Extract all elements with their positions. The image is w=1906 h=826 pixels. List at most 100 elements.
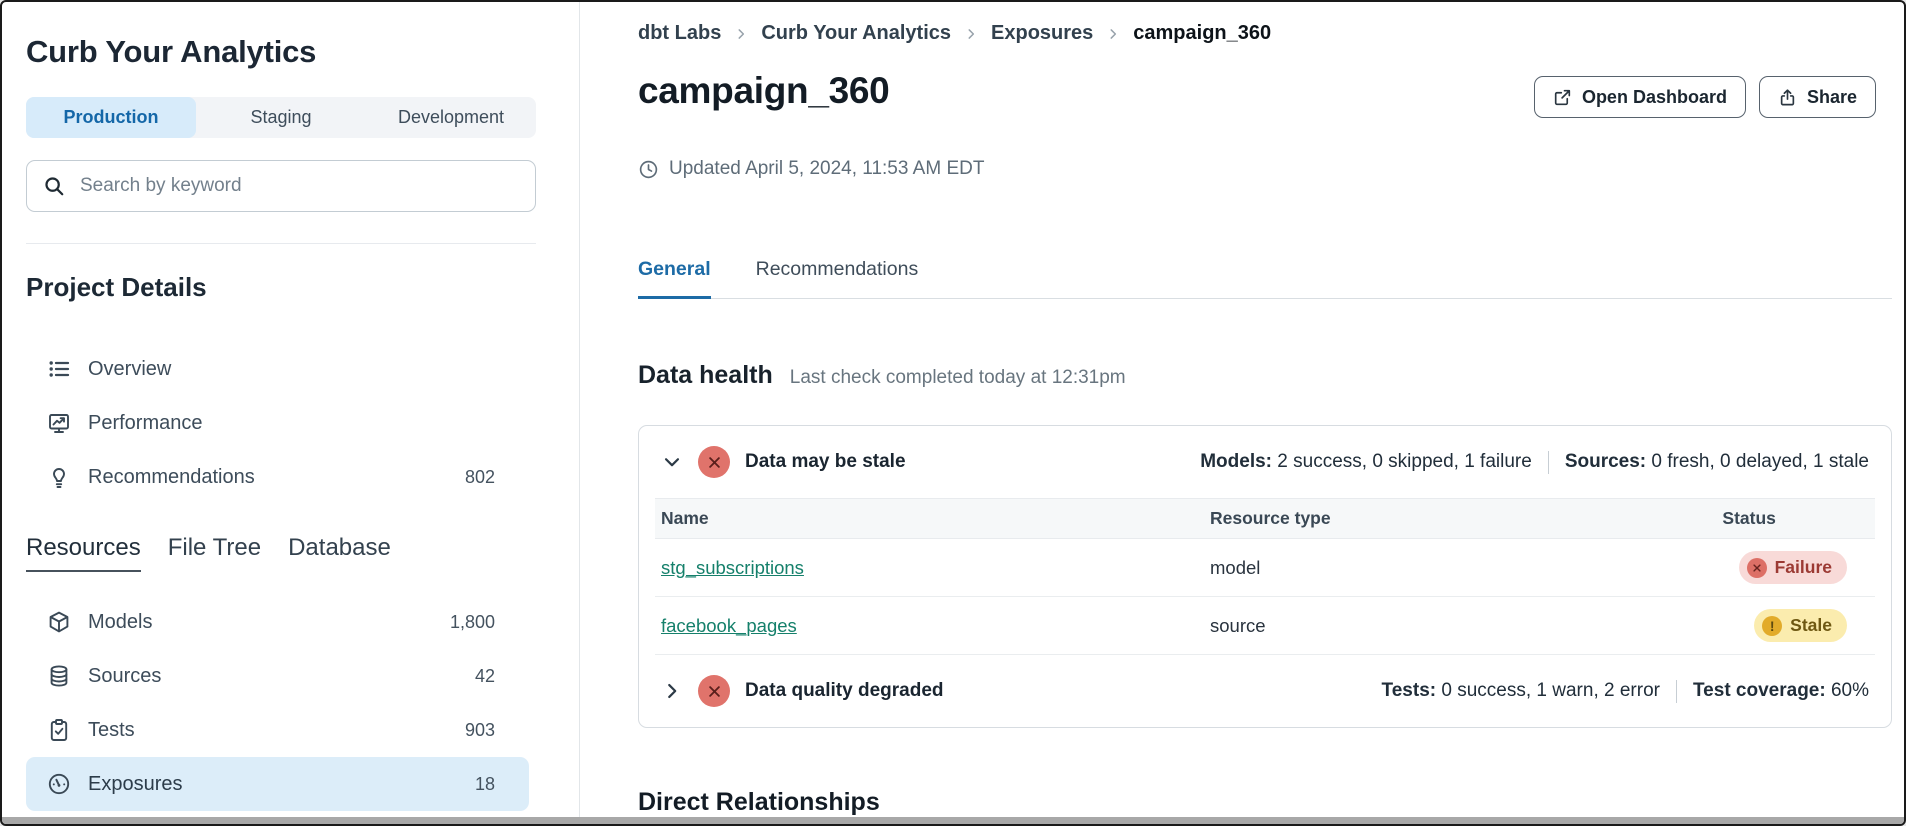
chevron-right-icon <box>734 27 748 41</box>
last-check-text: Last check completed today at 12:31pm <box>790 367 1126 389</box>
window-bottom-edge <box>2 817 1904 824</box>
column-header-status: Status <box>1716 499 1875 539</box>
status-badge-stale: ! Stale <box>1754 609 1847 642</box>
status-badge-label: Failure <box>1775 557 1832 578</box>
quality-section-stats: Tests: 0 success, 1 warn, 2 error Test c… <box>1382 680 1869 703</box>
sidebar-item-label: Sources <box>88 665 161 688</box>
sidebar-item-label: Tests <box>88 719 135 742</box>
main-content: dbt Labs Curb Your Analytics Exposures c… <box>580 2 1904 824</box>
updated-text: Updated April 5, 2024, 11:53 AM EDT <box>669 158 984 180</box>
data-health-card: Data may be stale Models: 2 success, 0 s… <box>638 425 1892 728</box>
list-icon <box>47 357 71 381</box>
share-label: Share <box>1807 87 1857 108</box>
clock-icon <box>638 159 659 180</box>
sidebar-item-count: 18 <box>475 774 495 795</box>
sidebar-item-overview[interactable]: Overview <box>26 342 529 396</box>
resource-view-tabs: Resources File Tree Database <box>26 534 555 572</box>
table-row: facebook_pages source ! Stale <box>655 597 1875 655</box>
sidebar-item-tests[interactable]: Tests 903 <box>26 703 529 757</box>
clipboard-check-icon <box>47 718 71 742</box>
tab-database[interactable]: Database <box>288 534 391 572</box>
detail-tabs: General Recommendations <box>638 258 1892 299</box>
table-row: stg_subscriptions model Failure <box>655 539 1875 597</box>
stale-section-row: Data may be stale Models: 2 success, 0 s… <box>639 426 1891 498</box>
search-icon <box>43 175 65 197</box>
quality-section-title: Data quality degraded <box>745 680 944 702</box>
table-header-row: Name Resource type Status <box>655 499 1875 539</box>
external-link-icon <box>1553 88 1572 107</box>
resources-nav: Models 1,800 Sources 42 Tests 903 <box>26 595 555 811</box>
sidebar-item-label: Models <box>88 611 152 634</box>
search-box[interactable] <box>26 160 536 212</box>
project-details-heading: Project Details <box>26 272 555 303</box>
tab-resources[interactable]: Resources <box>26 534 141 572</box>
quality-section-row: Data quality degraded Tests: 0 success, … <box>639 655 1891 727</box>
sidebar-item-count: 42 <box>475 666 495 687</box>
environment-switcher: Production Staging Development <box>26 97 536 138</box>
env-tab-production[interactable]: Production <box>26 97 196 138</box>
sources-stat: Sources: 0 fresh, 0 delayed, 1 stale <box>1565 451 1869 473</box>
open-dashboard-button[interactable]: Open Dashboard <box>1534 76 1746 118</box>
status-badge-failure: Failure <box>1739 551 1847 584</box>
stale-resources-table: Name Resource type Status stg_subscripti… <box>655 498 1875 655</box>
data-health-heading: Data health <box>638 361 773 390</box>
sidebar-item-recommendations[interactable]: Recommendations 802 <box>26 450 529 504</box>
share-icon <box>1778 88 1797 107</box>
failure-x-icon <box>1747 558 1767 578</box>
gauge-icon <box>47 772 71 796</box>
chevron-right-icon <box>964 27 978 41</box>
env-tab-staging[interactable]: Staging <box>196 97 366 138</box>
database-icon <box>47 664 71 688</box>
coverage-stat: Test coverage: 60% <box>1693 680 1869 702</box>
warning-exclamation-icon: ! <box>1762 616 1782 636</box>
chevron-right-icon[interactable] <box>661 680 683 702</box>
project-title: Curb Your Analytics <box>26 34 555 70</box>
chevron-down-icon[interactable] <box>661 451 683 473</box>
tab-general[interactable]: General <box>638 258 711 299</box>
performance-chart-icon <box>47 411 71 435</box>
column-header-resource-type: Resource type <box>1204 499 1716 539</box>
sidebar-item-count: 1,800 <box>450 612 495 633</box>
sidebar-item-label: Exposures <box>88 773 183 796</box>
breadcrumb-current: campaign_360 <box>1133 22 1271 45</box>
tab-recommendations[interactable]: Recommendations <box>756 258 919 298</box>
resource-link-facebook-pages[interactable]: facebook_pages <box>661 615 797 636</box>
resource-link-stg-subscriptions[interactable]: stg_subscriptions <box>661 557 804 578</box>
error-circle-icon <box>698 675 730 707</box>
column-header-name: Name <box>655 499 1204 539</box>
app-window: Curb Your Analytics Production Staging D… <box>0 0 1906 826</box>
sidebar-divider <box>26 243 536 244</box>
sidebar: Curb Your Analytics Production Staging D… <box>2 2 580 824</box>
breadcrumb-project[interactable]: Curb Your Analytics <box>761 22 951 45</box>
sidebar-item-sources[interactable]: Sources 42 <box>26 649 529 703</box>
lightbulb-icon <box>47 465 71 489</box>
search-input[interactable] <box>78 174 519 198</box>
sidebar-item-label: Overview <box>88 358 171 381</box>
resource-type-cell: source <box>1204 597 1716 655</box>
stale-section-stats: Models: 2 success, 0 skipped, 1 failure … <box>1200 451 1869 474</box>
title-row: campaign_360 Open Dashboard Share <box>638 70 1892 118</box>
breadcrumb-dbt-labs[interactable]: dbt Labs <box>638 22 721 45</box>
sidebar-item-models[interactable]: Models 1,800 <box>26 595 529 649</box>
stale-section-title: Data may be stale <box>745 451 906 473</box>
chevron-right-icon <box>1106 27 1120 41</box>
sidebar-item-label: Performance <box>88 412 203 435</box>
direct-relationships-heading: Direct Relationships <box>638 788 1892 817</box>
data-health-header: Data health Last check completed today a… <box>638 361 1892 390</box>
sidebar-item-performance[interactable]: Performance <box>26 396 529 450</box>
env-tab-development[interactable]: Development <box>366 97 536 138</box>
stats-divider <box>1676 680 1677 703</box>
page-actions: Open Dashboard Share <box>1534 76 1876 118</box>
breadcrumb-exposures[interactable]: Exposures <box>991 22 1093 45</box>
models-stat: Models: 2 success, 0 skipped, 1 failure <box>1200 451 1532 473</box>
sidebar-item-exposures[interactable]: Exposures 18 <box>26 757 529 811</box>
status-badge-label: Stale <box>1790 615 1832 636</box>
error-circle-icon <box>698 446 730 478</box>
tab-file-tree[interactable]: File Tree <box>168 534 261 572</box>
stats-divider <box>1548 451 1549 474</box>
share-button[interactable]: Share <box>1759 76 1876 118</box>
open-dashboard-label: Open Dashboard <box>1582 87 1727 108</box>
cube-icon <box>47 610 71 634</box>
sidebar-item-count: 903 <box>465 720 495 741</box>
sidebar-item-label: Recommendations <box>88 466 255 489</box>
